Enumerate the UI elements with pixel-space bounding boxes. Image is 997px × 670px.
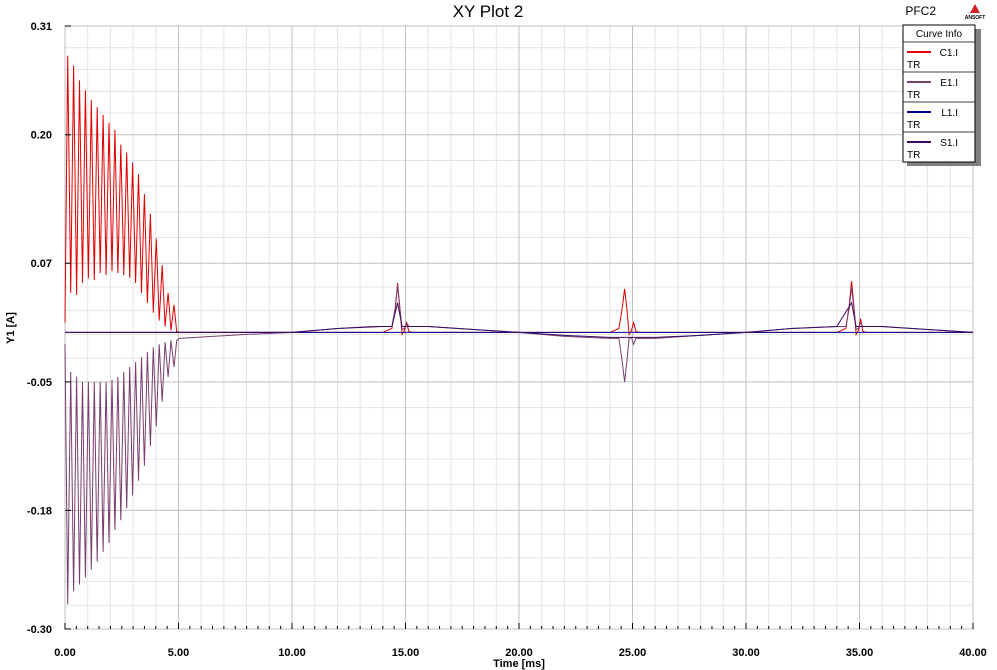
x-tick-label: 25.00 [619, 647, 647, 659]
legend-series-type: TR [907, 60, 920, 71]
xy-plot-chart: XY Plot 2 PFC2 ANSOFT 0.00 5.00 10.00 15.00… [5, 2, 987, 670]
x-tick-label: 0.00 [54, 647, 75, 659]
x-tick-label: 40.00 [959, 647, 987, 659]
y-tick-label: -0.18 [27, 505, 52, 517]
legend-series-name: C1.I [940, 48, 958, 59]
chart-title: XY Plot 2 [453, 2, 524, 21]
y-tick-label: 0.07 [31, 258, 52, 270]
project-name: PFC2 [905, 4, 936, 18]
x-tick-label: 15.00 [392, 647, 420, 659]
y-tick-label: 0.20 [31, 130, 52, 142]
legend-title: Curve Info [916, 29, 963, 40]
y-tick-label: -0.30 [27, 624, 52, 636]
x-axis-label: Time [ms] [493, 658, 545, 670]
ansoft-logo: ANSOFT [965, 4, 986, 21]
y-axis-label: Y1 [A] [5, 312, 17, 344]
legend-box[interactable]: Curve Info C1.I TR E1.I TR L1.I TR S1.I TR [902, 24, 981, 166]
legend-series-type: TR [907, 120, 920, 131]
logo-triangle-icon [970, 4, 980, 13]
y-axis-ticks: 0.31 0.20 0.07 -0.05 -0.18 -0.30 [27, 21, 71, 636]
y-tick-label: 0.31 [31, 21, 52, 33]
logo-text: ANSOFT [965, 15, 986, 21]
x-tick-label: 5.00 [168, 647, 189, 659]
x-tick-label: 10.00 [278, 647, 306, 659]
legend-series-type: TR [907, 90, 920, 101]
legend-series-type: TR [907, 150, 920, 161]
legend-series-name: L1.I [941, 108, 958, 119]
x-tick-label: 30.00 [732, 647, 760, 659]
x-tick-label: 35.00 [846, 647, 874, 659]
legend-series-name: E1.I [940, 78, 958, 89]
legend-series-name: S1.I [940, 138, 958, 149]
y-tick-label: -0.05 [27, 377, 52, 389]
